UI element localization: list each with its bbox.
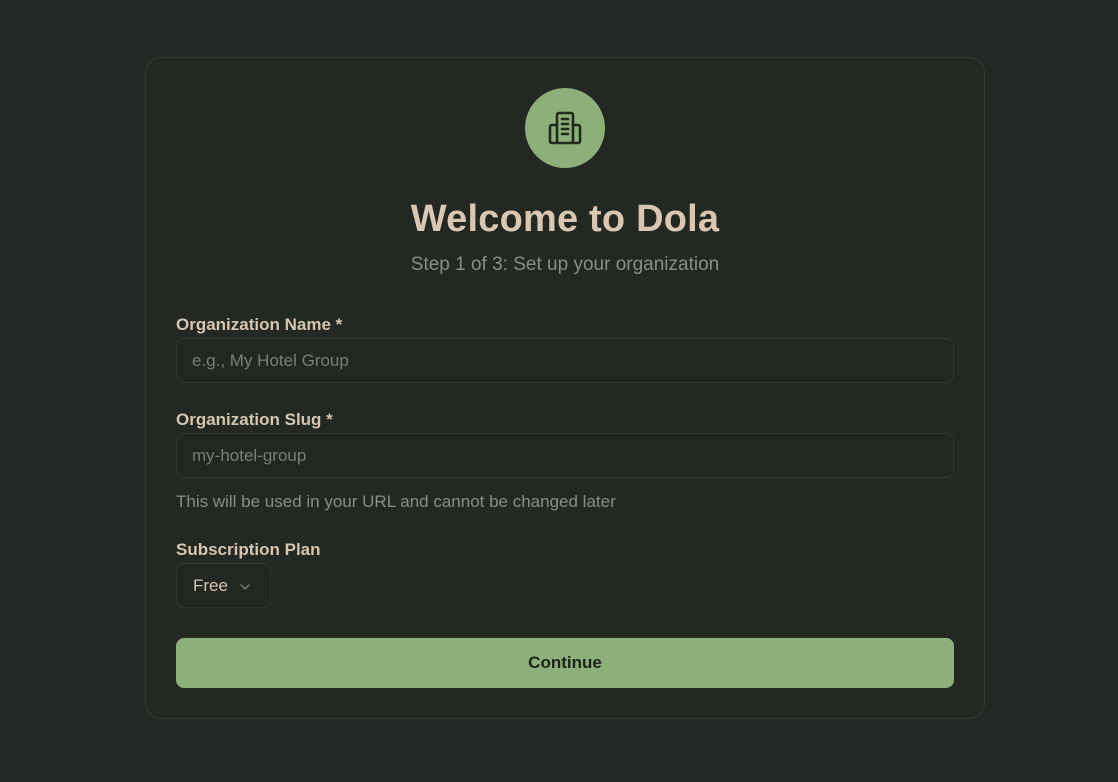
- org-name-label: Organization Name *: [176, 315, 343, 334]
- onboarding-card: Welcome to Dola Step 1 of 3: Set up your…: [145, 57, 985, 719]
- building-icon: [525, 88, 605, 168]
- page-title: Welcome to Dola: [410, 198, 720, 240]
- continue-button[interactable]: Continue: [176, 638, 954, 688]
- org-slug-label: Organization Slug *: [176, 410, 333, 429]
- page-subtitle: Step 1 of 3: Set up your organization: [410, 254, 720, 275]
- subscription-plan-label: Subscription Plan: [176, 540, 321, 559]
- org-slug-help-text: This will be used in your URL and cannot…: [176, 492, 616, 511]
- subscription-plan-select[interactable]: Free: [176, 563, 271, 608]
- org-slug-input[interactable]: [176, 433, 954, 478]
- subscription-plan-value: Free: [193, 575, 228, 595]
- chevron-down-icon: [239, 580, 251, 598]
- org-name-input[interactable]: [176, 338, 954, 383]
